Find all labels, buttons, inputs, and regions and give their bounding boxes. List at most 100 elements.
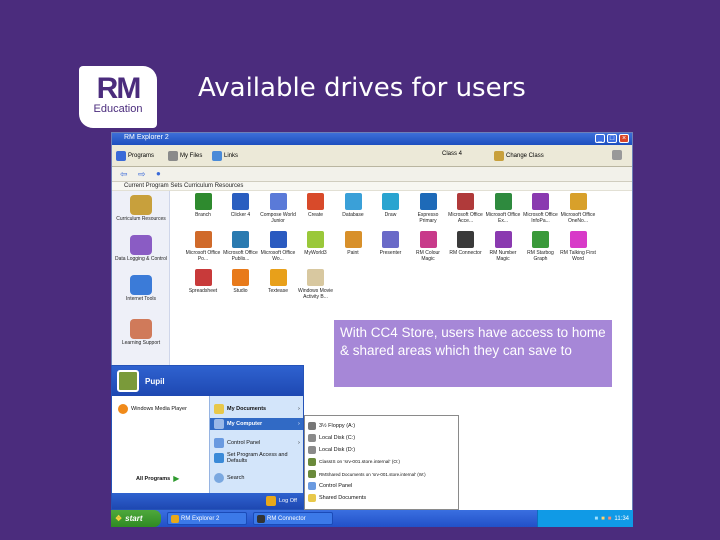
program-label: Paint (347, 250, 359, 256)
network-icon[interactable]: ■ (595, 516, 599, 522)
program-icon (457, 193, 474, 210)
program-access-item[interactable]: Set Program Access and Defaults (214, 452, 296, 464)
control-panel-item[interactable]: Control Panel › (214, 438, 300, 448)
security-icon[interactable]: ■ (608, 516, 612, 522)
program-item[interactable]: RM Connector (447, 231, 485, 256)
taskbar-item-connector[interactable]: RM Connector (253, 512, 333, 525)
program-item[interactable]: RM Starbog Graph (522, 231, 560, 262)
program-item[interactable]: Windows Movie Activity B... (297, 269, 335, 300)
network-drive-icon (308, 458, 316, 466)
submenu-shared-docs-drive[interactable]: RMShared Documents on 'srv-001.store.int… (308, 470, 426, 478)
log-off-button[interactable]: Log Off (266, 496, 297, 506)
maximize-button[interactable]: □ (607, 134, 617, 143)
program-label: Branch (195, 212, 211, 218)
volume-icon[interactable]: ■ (601, 516, 605, 522)
program-item[interactable]: RM Colour Magic (409, 231, 447, 262)
submenu-local-d[interactable]: Local Disk (D:) (308, 446, 355, 454)
program-item[interactable]: Create (297, 193, 335, 218)
program-item[interactable]: Microsoft Office Po... (184, 231, 222, 262)
program-item[interactable]: Microsoft Office Wo... (259, 231, 297, 262)
minimize-button[interactable]: _ (595, 134, 605, 143)
program-item[interactable]: Microsoft Office Ex... (484, 193, 522, 224)
program-item[interactable]: Database (334, 193, 372, 218)
chevron-right-icon: › (298, 421, 300, 427)
drive-icon (308, 434, 316, 442)
program-item[interactable]: Spreadsheet (184, 269, 222, 294)
program-icon (344, 231, 362, 248)
submenu-shared-documents[interactable]: Shared Documents (308, 494, 366, 502)
submenu-class-share[interactable]: ClassIS on 'srv-001.store.internal' (O:) (308, 458, 400, 466)
back-arrow-icon[interactable]: ⇦ (120, 169, 128, 180)
program-item[interactable]: RM Number Magic (484, 231, 522, 262)
system-tray: ■ ■ ■ 11:34 (537, 510, 633, 527)
program-icon (532, 193, 549, 210)
program-label: Microsoft Office Publis... (223, 250, 258, 262)
internet-tools-icon (130, 275, 152, 295)
my-files-button[interactable]: My Files (168, 151, 202, 161)
my-computer-item[interactable]: My Computer › (210, 418, 303, 430)
arrow-right-icon: ▶ (173, 474, 180, 483)
program-item[interactable]: Microsoft Office Acce... (447, 193, 485, 224)
program-label: Create (307, 212, 323, 218)
start-menu-header: Pupil (112, 366, 303, 396)
floppy-icon (308, 422, 316, 430)
submenu-local-c[interactable]: Local Disk (C:) (308, 434, 355, 442)
program-item[interactable]: MyWorld3 (297, 231, 335, 256)
program-item[interactable]: Clicker 4 (222, 193, 260, 218)
submenu-control-panel[interactable]: Control Panel (308, 482, 352, 490)
program-label: Microsoft Office InfoPa... (523, 212, 558, 224)
start-button[interactable]: ❖ start (111, 510, 161, 527)
programs-button[interactable]: Programs (116, 151, 154, 161)
left-pane-learning-support[interactable]: Learning Support (114, 319, 168, 346)
close-button[interactable]: × (619, 134, 629, 143)
left-pane-internet-tools[interactable]: Internet Tools (114, 275, 168, 302)
all-programs-item[interactable]: All Programs ▶ (136, 474, 179, 483)
program-icon (419, 231, 437, 248)
program-item[interactable]: Paint (334, 231, 372, 256)
home-icon[interactable]: ⇨ (138, 169, 146, 180)
drive-icon (308, 446, 316, 454)
my-documents-item[interactable]: My Documents › (214, 404, 300, 414)
program-label: Database (342, 212, 364, 218)
explorer-icon (171, 514, 179, 523)
program-icon (494, 193, 512, 210)
program-item[interactable]: Studio (222, 269, 260, 294)
program-label: Microsoft Office Po... (185, 250, 221, 262)
learning-support-icon (130, 319, 152, 339)
help-circle-icon[interactable]: ● (156, 169, 161, 178)
change-class-button[interactable]: Change Class (494, 151, 544, 161)
program-item[interactable]: Espresso Primary (409, 193, 447, 224)
submenu-floppy[interactable]: 3½ Floppy (A:) (308, 422, 355, 430)
globe-icon (212, 151, 222, 161)
program-label: MyWorld3 (304, 250, 327, 256)
left-pane-curriculum[interactable]: Curriculum Resources (114, 195, 168, 222)
program-item[interactable]: Draw (372, 193, 410, 218)
program-label: Microsoft Office Acce... (448, 212, 483, 224)
program-label: RM Connector (449, 250, 482, 256)
windows-logo-icon: ❖ (115, 514, 123, 523)
program-icon (194, 231, 212, 248)
user-name: Pupil (145, 377, 165, 386)
program-item[interactable]: Microsoft Office InfoPa... (522, 193, 560, 224)
taskbar: ❖ start RM Explorer 2 RM Connector ■ ■ ■ … (111, 510, 633, 527)
media-player-item[interactable]: Windows Media Player (118, 404, 187, 414)
program-item[interactable]: Compose World Junior (259, 193, 297, 224)
chevron-right-icon: › (298, 440, 300, 446)
logo-education-text: Education (93, 103, 143, 115)
taskbar-item-explorer[interactable]: RM Explorer 2 (167, 512, 247, 525)
program-item[interactable]: Branch (184, 193, 222, 218)
links-button[interactable]: Links (212, 151, 238, 161)
program-icon (194, 269, 212, 286)
data-logging-icon (130, 235, 152, 255)
folder-icon (168, 151, 178, 161)
program-item[interactable]: Presenter (372, 231, 410, 256)
program-item[interactable]: Microsoft Office Publis... (222, 231, 260, 262)
program-item[interactable]: RM Talking First Word (559, 231, 597, 262)
search-item[interactable]: Search (214, 473, 244, 483)
program-item[interactable]: Textease (259, 269, 297, 294)
program-item[interactable]: Microsoft Office OneNo... (559, 193, 597, 224)
help-button[interactable] (612, 150, 622, 160)
window-titlebar[interactable]: RM Explorer 2 _ □ × (112, 133, 632, 145)
left-pane-data-logging[interactable]: Data Logging & Control (114, 235, 168, 262)
program-label: Draw (384, 212, 397, 218)
